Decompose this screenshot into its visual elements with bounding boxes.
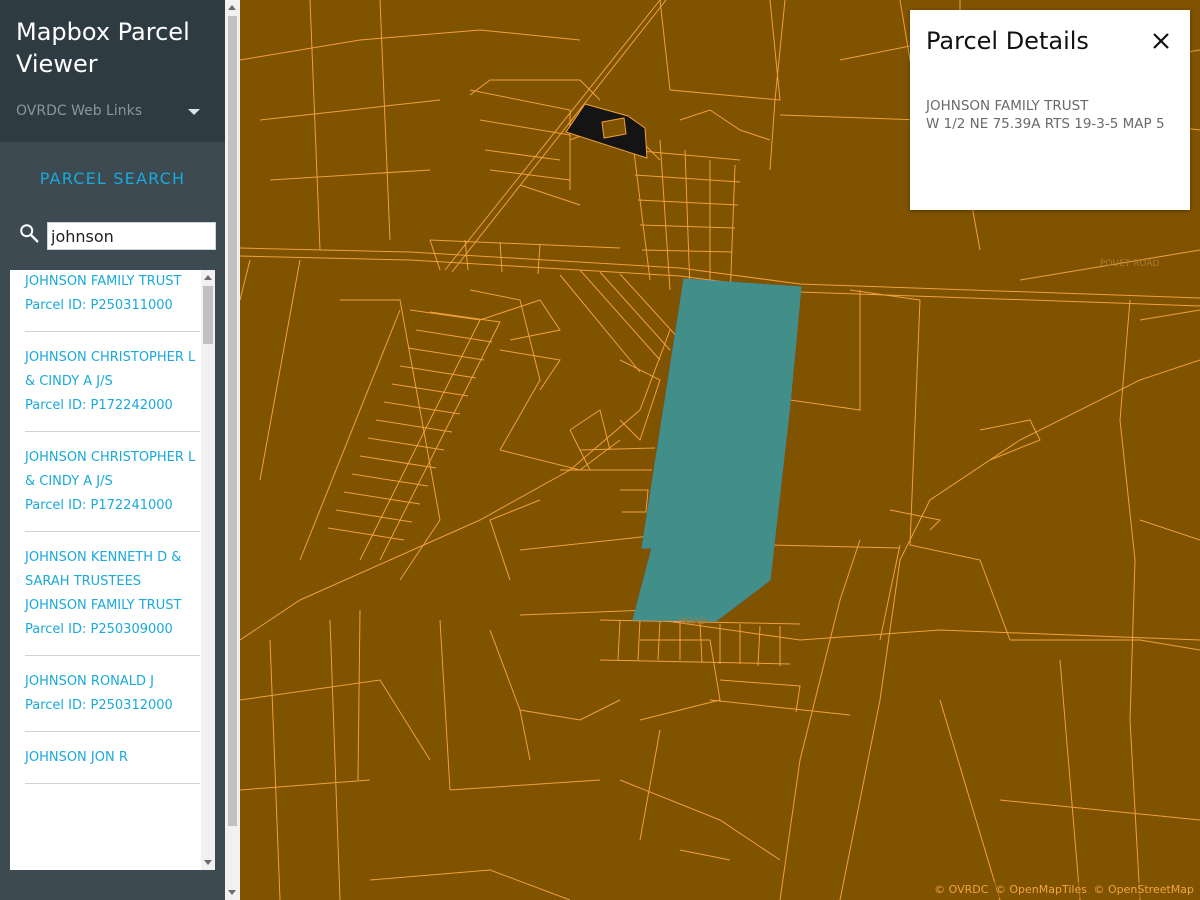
selected-parcel[interactable] (632, 278, 802, 622)
app-title: Mapbox Parcel Viewer (16, 18, 190, 78)
parcel-details-title: Parcel Details (926, 27, 1089, 55)
parcel-search-heading: PARCEL SEARCH (39, 169, 186, 188)
road-label: POUET ROAD (1100, 259, 1159, 269)
results-scrollbar[interactable] (201, 270, 215, 870)
result-owner[interactable]: JOHNSON JON R (25, 746, 200, 770)
highlighted-parcel-inner (601, 117, 627, 139)
parcel-description: W 1/2 NE 75.39A RTS 19-3-5 MAP 5 (926, 116, 1165, 132)
parcel-search-input[interactable] (47, 222, 216, 250)
parcel-details-panel: Parcel Details JOHNSON FAMILY TRUST W 1/… (910, 10, 1190, 210)
result-item[interactable]: JOHNSON KENNETH D & SARAH TRUSTEES JOHNS… (25, 546, 200, 656)
result-parcel-id[interactable]: Parcel ID: P250309000 (25, 618, 200, 642)
results-scroll-thumb[interactable] (203, 286, 213, 344)
result-parcel-id[interactable]: Parcel ID: P250312000 (25, 694, 200, 718)
result-parcel-id[interactable]: Parcel ID: P172242000 (25, 394, 200, 418)
result-owner[interactable]: JOHNSON RONALD J (25, 670, 200, 694)
close-icon[interactable] (1152, 32, 1170, 50)
scroll-down-icon[interactable] (204, 860, 212, 865)
page-scrollbar[interactable] (225, 0, 240, 900)
result-owner[interactable]: JOHNSON FAMILY TRUST (25, 270, 200, 294)
scroll-up-icon[interactable] (204, 275, 212, 280)
weblinks-dropdown[interactable]: OVRDC Web Links (16, 101, 206, 121)
result-item[interactable]: JOHNSON CHRISTOPHER L & CINDY A J/S Parc… (25, 446, 200, 532)
attribution-openmaptiles[interactable]: © OpenMapTiles (995, 883, 1087, 896)
parcel-owner: JOHNSON FAMILY TRUST (926, 98, 1089, 114)
road-line (240, 329, 671, 641)
search-results-list[interactable]: JOHNSON FAMILY TRUST Parcel ID: P2503110… (10, 270, 201, 870)
attribution-ovrdc[interactable]: © OVRDC (934, 883, 988, 896)
road-line (779, 539, 861, 900)
scroll-up-icon[interactable] (228, 5, 236, 10)
result-item[interactable]: JOHNSON FAMILY TRUST Parcel ID: P2503110… (25, 270, 200, 332)
sidebar: Mapbox Parcel Viewer OVRDC Web Links PAR… (0, 0, 225, 900)
result-owner[interactable]: JOHNSON KENNETH D & SARAH TRUSTEES JOHNS… (25, 546, 200, 618)
result-item[interactable]: JOHNSON JON R (25, 746, 200, 784)
result-owner[interactable]: JOHNSON CHRISTOPHER L & CINDY A J/S (25, 346, 200, 394)
road-label: ROAD (680, 617, 706, 627)
caret-down-icon (188, 109, 200, 115)
result-item[interactable]: JOHNSON RONALD J Parcel ID: P250312000 (25, 670, 200, 732)
road-line (1119, 299, 1141, 900)
result-owner[interactable]: JOHNSON CHRISTOPHER L & CINDY A J/S (25, 446, 200, 494)
weblinks-label: OVRDC Web Links (16, 103, 143, 119)
result-parcel-id[interactable]: Parcel ID: P250311000 (25, 294, 200, 318)
search-results-panel: JOHNSON FAMILY TRUST Parcel ID: P2503110… (10, 270, 215, 870)
attribution-openstreetmap[interactable]: © OpenStreetMap (1093, 883, 1194, 896)
page-scroll-thumb[interactable] (228, 16, 237, 826)
result-parcel-id[interactable]: Parcel ID: P172241000 (25, 494, 200, 518)
road-line (839, 359, 1200, 900)
map-attribution: © OVRDC © OpenMapTiles © OpenStreetMap (929, 882, 1196, 898)
scroll-down-icon[interactable] (228, 890, 236, 895)
search-icon (20, 224, 39, 243)
result-item[interactable]: JOHNSON CHRISTOPHER L & CINDY A J/S Parc… (25, 346, 200, 432)
sidebar-header: Mapbox Parcel Viewer OVRDC Web Links (0, 0, 225, 142)
